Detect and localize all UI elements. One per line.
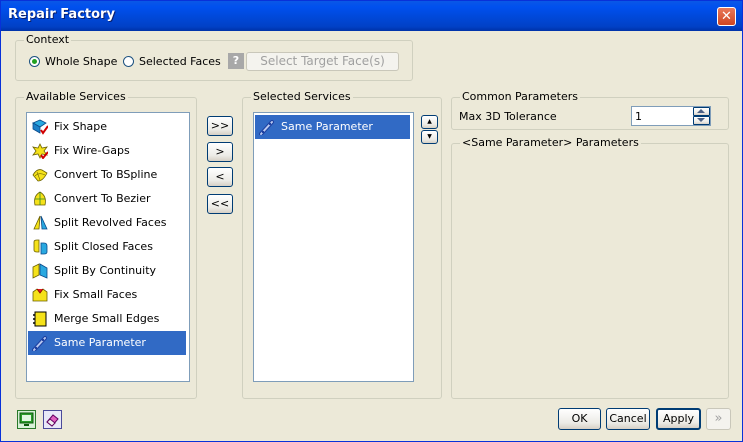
- selected-services-list[interactable]: Same Parameter: [253, 112, 414, 382]
- list-item[interactable]: Split Revolved Faces: [28, 211, 186, 235]
- select-target-faces-button[interactable]: Select Target Face(s): [246, 52, 399, 71]
- fix-small-faces-icon: [32, 288, 48, 302]
- whole-shape-label[interactable]: Whole Shape: [45, 55, 117, 68]
- cancel-button[interactable]: Cancel: [606, 408, 650, 430]
- convert-bezier-icon: [34, 191, 46, 206]
- whole-shape-radio[interactable]: [29, 56, 40, 67]
- help-icon: ?: [228, 53, 244, 69]
- max-3d-tolerance-label: Max 3D Tolerance: [459, 110, 557, 123]
- merge-small-edges-icon: [33, 311, 47, 327]
- list-item[interactable]: Split Closed Faces: [28, 235, 186, 259]
- eraser-icon-button[interactable]: [43, 410, 62, 429]
- item-label: Convert To Bezier: [54, 192, 151, 205]
- list-item[interactable]: Split By Continuity: [28, 259, 186, 283]
- split-continuity-icon: [32, 263, 48, 279]
- split-closed-icon: [33, 239, 48, 255]
- fix-wire-gaps-icon: [32, 143, 48, 159]
- eraser-icon: [46, 414, 59, 427]
- remove-button[interactable]: <: [207, 167, 233, 187]
- item-label: Fix Small Faces: [54, 288, 138, 301]
- selected-services-label: Selected Services: [251, 90, 353, 103]
- item-label: Split Closed Faces: [54, 240, 153, 253]
- convert-bspline-icon: [32, 169, 48, 182]
- move-down-button[interactable]: ▼: [421, 130, 438, 144]
- spin-down-icon: [697, 118, 705, 122]
- apply-button[interactable]: Apply: [656, 408, 701, 430]
- item-label: Convert To BSpline: [54, 168, 158, 181]
- list-item-selected[interactable]: Same Parameter: [28, 331, 186, 355]
- window-title: Repair Factory: [8, 7, 115, 22]
- same-parameter-parameters-label: <Same Parameter> Parameters: [460, 136, 641, 149]
- spin-up-icon: [697, 109, 705, 113]
- item-label: Split Revolved Faces: [54, 216, 167, 229]
- same-parameter-parameters-group: <Same Parameter> Parameters: [451, 136, 729, 399]
- display-icon-button[interactable]: [17, 410, 36, 429]
- item-label: Same Parameter: [281, 120, 373, 133]
- title-bar[interactable]: Repair Factory ✕: [1, 1, 742, 31]
- common-parameters-label: Common Parameters: [460, 90, 580, 103]
- list-item[interactable]: Fix Shape: [28, 115, 186, 139]
- item-label: Fix Shape: [54, 120, 108, 133]
- display-icon: [19, 412, 34, 426]
- remove-all-button[interactable]: <<: [207, 194, 233, 214]
- add-all-button[interactable]: >>: [207, 116, 233, 136]
- item-label: Fix Wire-Gaps: [54, 144, 130, 157]
- spin-up-button[interactable]: [693, 107, 710, 116]
- context-label: Context: [24, 33, 72, 46]
- next-button[interactable]: »: [706, 408, 731, 430]
- list-item-selected[interactable]: Same Parameter: [255, 115, 410, 139]
- context-group: Context Whole Shape Selected Faces ? Sel…: [15, 33, 413, 81]
- split-revolved-icon: [33, 215, 48, 230]
- list-item[interactable]: Fix Wire-Gaps: [28, 139, 186, 163]
- item-label: Merge Small Edges: [54, 312, 160, 325]
- list-item[interactable]: Convert To BSpline: [28, 163, 186, 187]
- add-button[interactable]: >: [207, 142, 233, 162]
- same-parameter-icon: [32, 336, 47, 351]
- repair-factory-window: Repair Factory ✕ Context Whole Shape Sel…: [0, 0, 743, 442]
- item-label: Same Parameter: [54, 336, 146, 349]
- selected-faces-label[interactable]: Selected Faces: [139, 55, 221, 68]
- fix-shape-icon: [32, 119, 48, 135]
- list-item[interactable]: Fix Small Faces: [28, 283, 186, 307]
- list-item[interactable]: Merge Small Edges: [28, 307, 186, 331]
- selected-faces-radio[interactable]: [123, 56, 134, 67]
- move-up-button[interactable]: ▲: [421, 115, 438, 129]
- list-item[interactable]: Convert To Bezier: [28, 187, 186, 211]
- same-parameter-icon: [259, 120, 274, 135]
- spin-down-button[interactable]: [693, 116, 710, 125]
- close-button[interactable]: ✕: [717, 7, 736, 26]
- radio-dot: [32, 59, 37, 64]
- available-services-label: Available Services: [24, 90, 128, 103]
- item-label: Split By Continuity: [54, 264, 157, 277]
- ok-button[interactable]: OK: [558, 408, 601, 430]
- available-services-list[interactable]: Fix Shape Fix Wire-Gaps Convert To BSpli…: [26, 112, 190, 382]
